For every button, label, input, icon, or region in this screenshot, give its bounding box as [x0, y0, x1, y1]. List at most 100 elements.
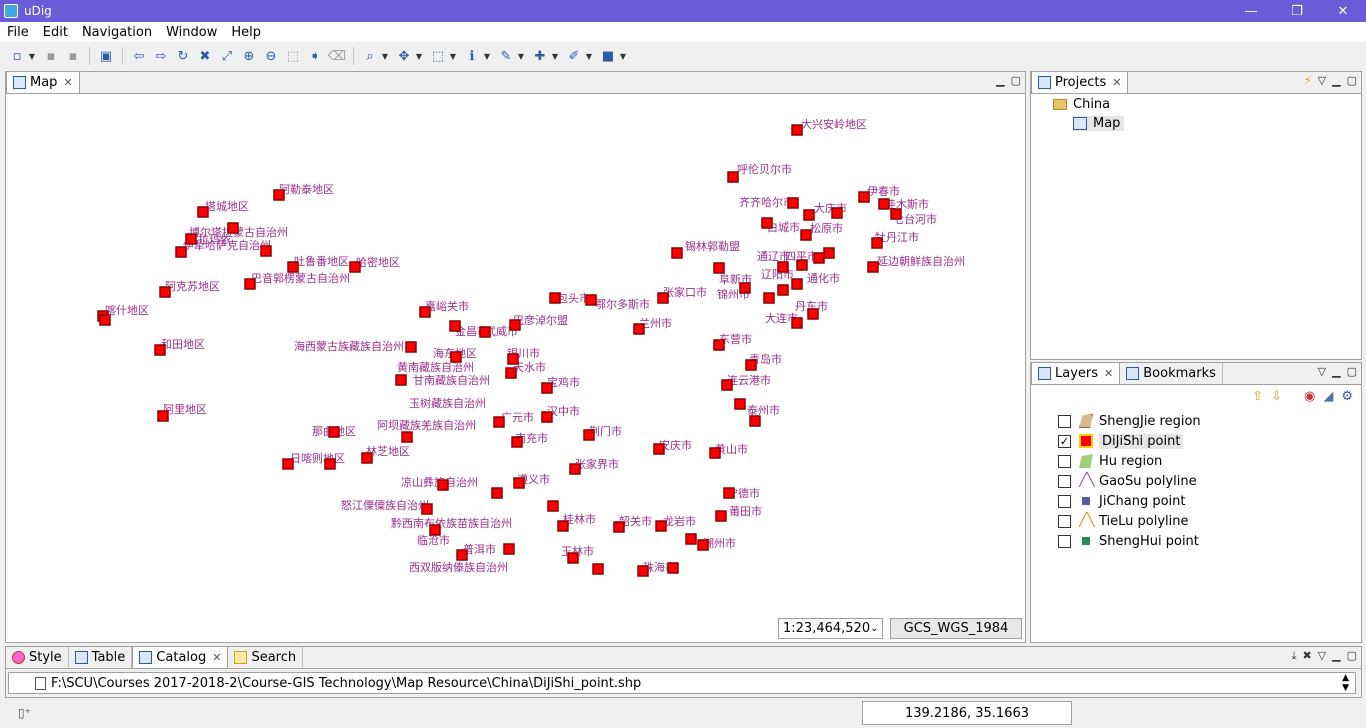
minimize-icon[interactable]: ▁ — [996, 74, 1004, 87]
info-tool-icon[interactable]: ℹ — [462, 46, 482, 66]
import-icon[interactable]: ⤓ — [1292, 649, 1297, 663]
city-point-symbol[interactable] — [777, 261, 789, 273]
view-menu-icon[interactable]: ▽ — [1318, 74, 1326, 87]
maximize-icon[interactable]: ▢ — [1347, 649, 1357, 663]
move-up-icon[interactable]: ⇧ — [1252, 389, 1263, 404]
city-point-symbol[interactable] — [655, 520, 667, 532]
next-icon[interactable]: ➧ — [305, 46, 325, 66]
city-point-symbol[interactable] — [739, 282, 751, 294]
city-point-symbol[interactable] — [449, 320, 461, 332]
create-feature-dropdown-icon[interactable]: ▼ — [551, 52, 559, 61]
new-dropdown-icon[interactable]: ▼ — [28, 52, 36, 61]
remove-icon[interactable]: ✖ — [1302, 649, 1311, 663]
close-button[interactable]: ✕ — [1320, 0, 1366, 22]
city-point-symbol[interactable] — [823, 247, 835, 259]
city-point-symbol[interactable] — [154, 344, 166, 356]
close-icon[interactable]: ✕ — [63, 76, 72, 89]
city-point-symbol[interactable] — [813, 252, 825, 264]
city-point-symbol[interactable] — [613, 521, 625, 533]
close-icon[interactable]: ✕ — [1112, 76, 1121, 89]
view-menu-icon[interactable]: ▽ — [1318, 649, 1326, 663]
city-point-symbol[interactable] — [513, 477, 525, 489]
city-point-symbol[interactable] — [713, 262, 725, 274]
city-point-symbol[interactable] — [491, 487, 503, 499]
shape-tool-dropdown-icon[interactable]: ▼ — [619, 52, 627, 61]
brush-tool-dropdown-icon[interactable]: ▼ — [585, 52, 593, 61]
layer-row-shenghui[interactable]: ShengHui point — [1058, 531, 1199, 551]
city-point-symbol[interactable] — [569, 463, 581, 475]
catalog-file-row[interactable]: F:\SCU\Courses 2017-2018-2\Course-GIS Te… — [8, 672, 1356, 694]
city-point-symbol[interactable] — [745, 359, 757, 371]
layer-visibility-checkbox[interactable]: ✓ — [1058, 434, 1071, 448]
city-point-symbol[interactable] — [867, 261, 879, 273]
city-point-symbol[interactable] — [567, 552, 579, 564]
city-point-symbol[interactable] — [419, 306, 431, 318]
city-point-symbol[interactable] — [456, 549, 468, 561]
city-point-symbol[interactable] — [787, 197, 799, 209]
properties-icon[interactable]: ▣ — [96, 46, 116, 66]
city-point-symbol[interactable] — [749, 415, 761, 427]
restore-button[interactable]: ❐ — [1274, 0, 1320, 22]
select-tool-dropdown-icon[interactable]: ▼ — [449, 52, 457, 61]
city-point-symbol[interactable] — [871, 237, 883, 249]
city-point-symbol[interactable] — [796, 259, 808, 271]
forward-icon[interactable]: ⇨ — [151, 46, 171, 66]
layer-visibility-checkbox[interactable] — [1058, 534, 1071, 548]
city-point-symbol[interactable] — [667, 562, 679, 574]
tab-layers[interactable]: Layers ✕ — [1031, 362, 1121, 384]
back-icon[interactable]: ⇦ — [129, 46, 149, 66]
layer-row-jichang[interactable]: JiChang point — [1058, 491, 1186, 511]
city-point-symbol[interactable] — [557, 520, 569, 532]
city-point-symbol[interactable] — [175, 246, 187, 258]
select-tool-icon[interactable]: ⬚ — [428, 46, 448, 66]
pan-tool-dropdown-icon[interactable]: ▼ — [415, 52, 423, 61]
layer-row-hu[interactable]: Hu region — [1058, 451, 1162, 471]
city-point-symbol[interactable] — [429, 524, 441, 536]
city-point-symbol[interactable] — [549, 292, 561, 304]
city-point-symbol[interactable] — [858, 191, 870, 203]
tab-style[interactable]: Style — [6, 647, 69, 668]
city-point-symbol[interactable] — [450, 351, 462, 363]
city-point-symbol[interactable] — [185, 233, 197, 245]
city-point-symbol[interactable] — [547, 500, 559, 512]
edit-tool-dropdown-icon[interactable]: ▼ — [517, 52, 525, 61]
city-point-symbol[interactable] — [653, 443, 665, 455]
city-point-symbol[interactable] — [401, 431, 413, 443]
maximize-icon[interactable]: ▢ — [1011, 74, 1021, 87]
city-point-symbol[interactable] — [734, 398, 746, 410]
city-point-symbol[interactable] — [791, 124, 803, 136]
tab-map[interactable]: Map ✕ — [6, 71, 80, 93]
tab-bookmarks[interactable]: Bookmarks — [1120, 363, 1223, 384]
pan-tool-icon[interactable]: ✥ — [394, 46, 414, 66]
zoom-out-icon[interactable]: ⊖ — [261, 46, 281, 66]
crs-indicator[interactable]: GCS_WGS_1984 — [890, 618, 1022, 639]
city-point-symbol[interactable] — [878, 198, 890, 210]
city-point-symbol[interactable] — [807, 308, 819, 320]
city-point-symbol[interactable] — [541, 411, 553, 423]
city-point-symbol[interactable] — [273, 189, 285, 201]
tree-project-china[interactable]: China — [1053, 97, 1110, 112]
city-point-symbol[interactable] — [890, 208, 902, 220]
city-point-symbol[interactable] — [507, 353, 519, 365]
city-point-symbol[interactable] — [349, 261, 361, 273]
city-point-symbol[interactable] — [328, 426, 340, 438]
city-point-symbol[interactable] — [685, 533, 697, 545]
edit-tool-icon[interactable]: ✎ — [496, 46, 516, 66]
layer-properties-icon[interactable]: ⚙ — [1341, 389, 1353, 404]
city-point-symbol[interactable] — [831, 207, 843, 219]
city-point-symbol[interactable] — [715, 510, 727, 522]
city-point-symbol[interactable] — [723, 487, 735, 499]
style-icon[interactable]: ◉ — [1304, 389, 1315, 404]
layer-visibility-checkbox[interactable] — [1058, 494, 1071, 508]
save-icon[interactable]: ▪ — [41, 46, 61, 66]
zoom-tool-icon[interactable]: ⌕ — [360, 46, 380, 66]
city-point-symbol[interactable] — [803, 209, 815, 221]
city-point-symbol[interactable] — [592, 563, 604, 575]
city-point-symbol[interactable] — [505, 367, 517, 379]
city-point-symbol[interactable] — [509, 319, 521, 331]
layer-row-tielu[interactable]: ╱╲ TieLu polyline — [1058, 511, 1189, 531]
layer-row-shengjie[interactable]: ShengJie region — [1058, 411, 1201, 431]
move-down-icon[interactable]: ⇩ — [1271, 389, 1282, 404]
layer-visibility-checkbox[interactable] — [1058, 454, 1071, 468]
city-point-symbol[interactable] — [324, 458, 336, 470]
